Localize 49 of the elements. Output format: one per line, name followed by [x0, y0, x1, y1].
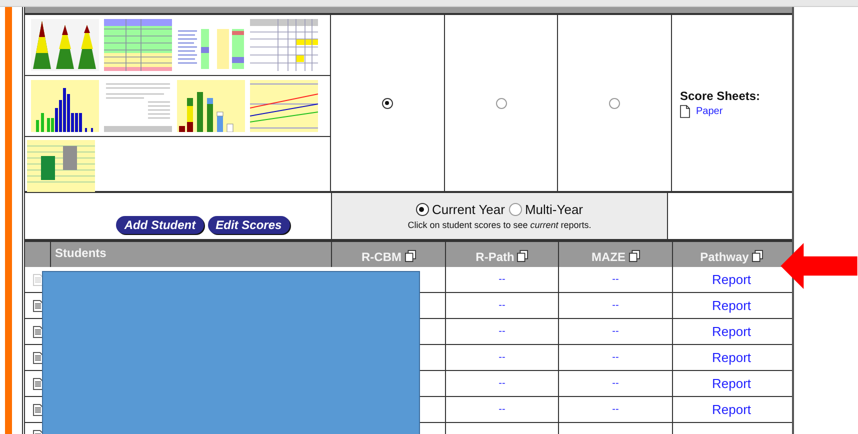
report-link[interactable]: Report [712, 350, 752, 365]
action-button[interactable]: Edit Scores [208, 216, 290, 234]
score-sheets-label: Score Sheets: [680, 88, 762, 102]
year-option-label: Current Year [432, 202, 505, 217]
score-link[interactable]: -- [498, 352, 506, 363]
column-header: R-Path [476, 250, 514, 264]
year-option-label: Multi-Year [524, 202, 584, 217]
action-button[interactable]: Add Student [116, 216, 204, 234]
score-link[interactable]: -- [498, 326, 506, 337]
report-radio[interactable] [496, 98, 506, 108]
report-link[interactable]: Report [712, 376, 752, 391]
document-icon[interactable] [33, 352, 43, 364]
copy-icon[interactable] [628, 250, 640, 262]
year-radio[interactable] [416, 203, 429, 216]
chart-thumbnail[interactable] [31, 19, 99, 71]
document-icon[interactable] [33, 300, 43, 312]
chart-thumbnail[interactable] [27, 140, 95, 192]
chart-thumbnail[interactable] [31, 80, 99, 132]
score-link[interactable]: -- [498, 300, 506, 311]
chart-thumbnail[interactable] [177, 80, 245, 132]
report-radio[interactable] [609, 98, 620, 108]
score-link[interactable]: -- [612, 378, 619, 389]
score-link[interactable]: -- [612, 300, 619, 311]
score-link[interactable]: -- [612, 404, 619, 415]
chart-thumbnail[interactable] [250, 80, 318, 132]
score-link[interactable]: -- [498, 378, 506, 389]
score-link[interactable]: -- [612, 326, 619, 337]
chart-thumbnail[interactable] [250, 19, 318, 71]
report-link[interactable]: Report [712, 298, 752, 313]
report-link[interactable]: Report [712, 402, 752, 417]
column-header: R-CBM [362, 250, 402, 264]
score-link[interactable]: -- [498, 404, 506, 415]
column-header: MAZE [592, 250, 626, 264]
year-radio[interactable] [508, 203, 522, 216]
paper-link[interactable]: Paper [696, 106, 723, 116]
column-header: Students [55, 246, 106, 260]
hint-text: Click on student scores to see current reports. [408, 220, 592, 230]
copy-icon[interactable] [752, 250, 763, 262]
document-icon[interactable] [33, 404, 43, 416]
chart-thumbnail[interactable] [104, 19, 172, 71]
document-icon[interactable] [33, 326, 43, 338]
document-icon[interactable] [33, 378, 43, 390]
copy-icon[interactable] [404, 250, 416, 262]
copy-icon[interactable] [517, 250, 528, 262]
score-link[interactable]: -- [612, 352, 619, 363]
page-icon [680, 104, 690, 118]
report-radio[interactable] [382, 98, 393, 108]
column-header: Pathway [700, 250, 749, 264]
report-link[interactable]: Report [712, 324, 752, 339]
